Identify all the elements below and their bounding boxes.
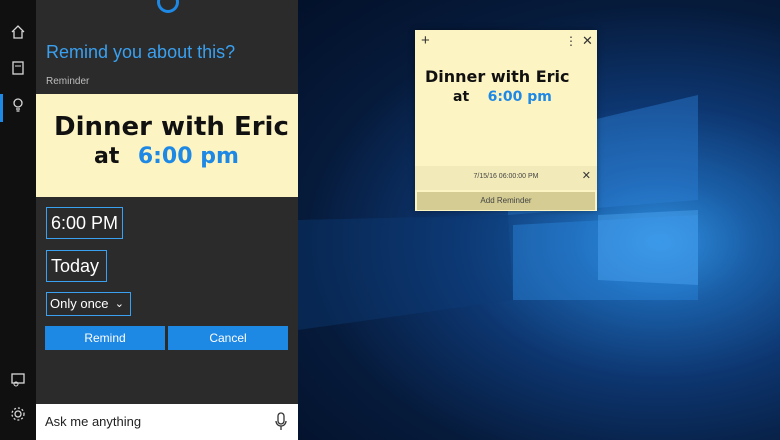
close-icon[interactable]: ✕ [582, 33, 593, 49]
reminder-datetime: 7/15/16 06:00:00 PM [473, 173, 539, 180]
active-indicator [0, 94, 3, 122]
plus-icon[interactable]: + [421, 32, 430, 49]
note-line-2: at 6:00 pm [94, 144, 239, 169]
cortana-icon [157, 0, 179, 13]
lightbulb-icon[interactable] [9, 96, 27, 114]
settings-icon[interactable] [9, 405, 27, 423]
more-icon[interactable]: ⋮ [565, 34, 577, 48]
note-time: 6:00 pm [137, 144, 239, 169]
sticky-note-time: 6:00 pm [487, 89, 552, 105]
cancel-button[interactable]: Cancel [168, 326, 288, 350]
reminder-label: Reminder [46, 76, 90, 87]
note-at: at [94, 144, 120, 169]
sticky-note-line-2: at 6:00 pm [453, 88, 552, 106]
sticky-note-line-1: Dinner with Eric [425, 67, 570, 86]
microphone-icon[interactable] [274, 412, 288, 432]
add-reminder-button[interactable]: Add Reminder [417, 192, 595, 210]
note-line-1: Dinner with Eric [54, 112, 289, 142]
sticky-note-window: + ⋮ ✕ Dinner with Eric at 6:00 pm 7/15/1… [415, 30, 597, 211]
repeat-value: Only once [50, 296, 109, 311]
reminder-note-preview: Dinner with Eric at 6:00 pm [36, 94, 298, 197]
home-icon[interactable] [9, 23, 27, 41]
time-picker[interactable]: 6:00 PM [46, 207, 123, 239]
sticky-note-at: at [453, 89, 470, 105]
ask-input[interactable]: Ask me anything [45, 414, 141, 429]
reminder-title: Remind you about this? [46, 42, 236, 62]
date-picker[interactable]: Today [46, 250, 107, 282]
chevron-down-icon: ⌄ [114, 298, 124, 310]
cortana-panel: Remind you about this? Reminder Dinner w… [36, 0, 298, 440]
repeat-dropdown[interactable]: Only once ⌄ [46, 292, 131, 316]
remind-button[interactable]: Remind [45, 326, 165, 350]
ask-box[interactable]: Ask me anything [36, 404, 298, 440]
reminder-close-icon[interactable]: ✕ [582, 169, 591, 182]
cortana-rail [0, 0, 36, 440]
feedback-icon[interactable] [9, 371, 27, 389]
reminder-row: 7/15/16 06:00:00 PM ✕ [415, 166, 597, 190]
notebook-icon[interactable] [9, 59, 27, 77]
